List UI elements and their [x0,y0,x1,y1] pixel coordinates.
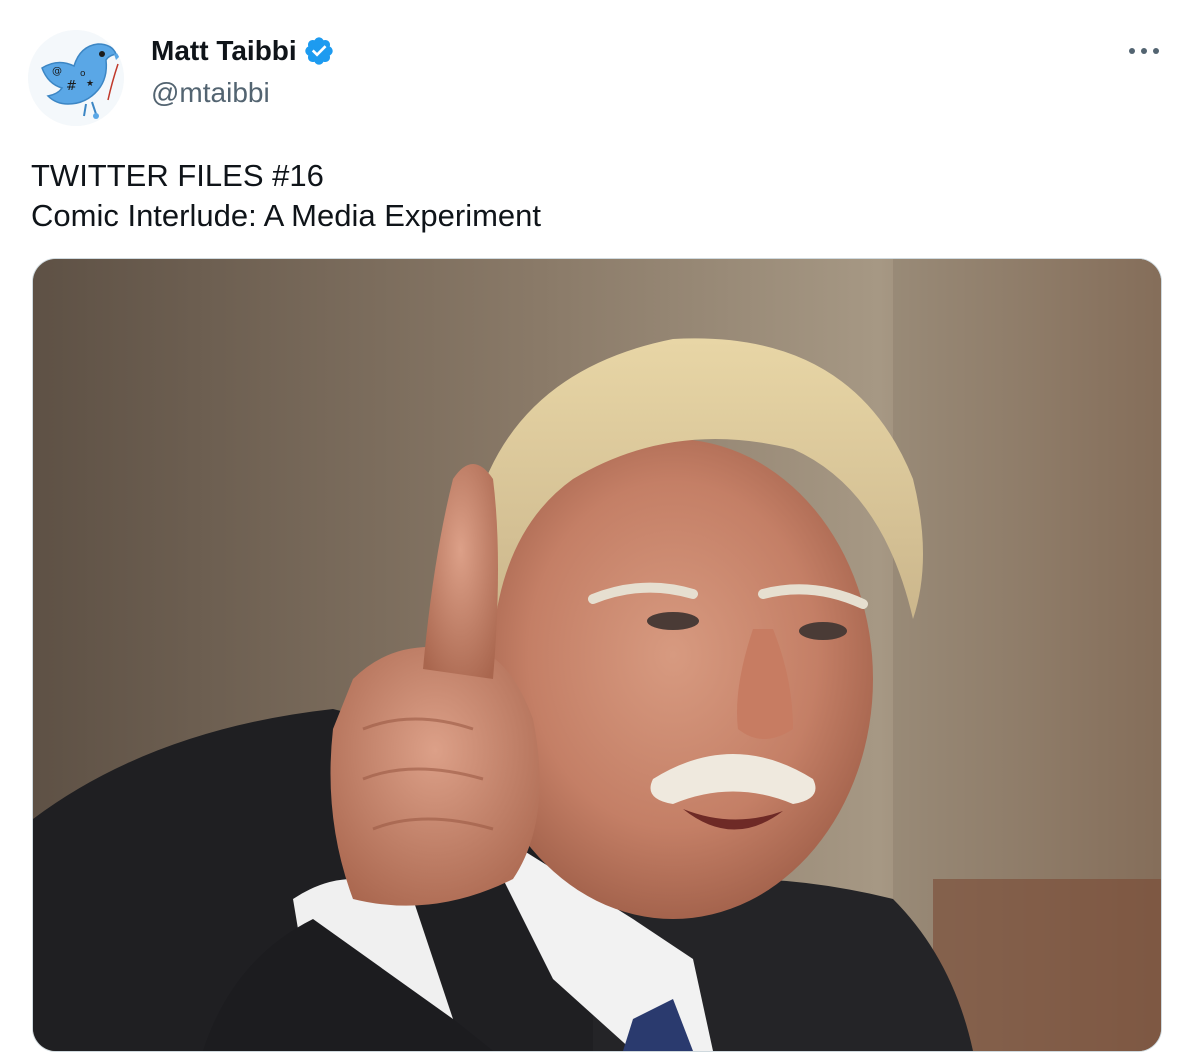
tweet-card: @ # o ★ Matt Taibbi @mtaibbi TWITTER FIL… [0,0,1182,1064]
verified-badge-icon[interactable] [303,35,335,67]
svg-text:o: o [80,69,86,79]
tweet-photo[interactable] [32,258,1162,1052]
author-handle[interactable]: @mtaibbi [151,76,270,110]
svg-text:#: # [66,79,77,94]
more-horizontal-icon [1129,48,1159,54]
twitter-bird-doodle-icon: @ # o ★ [28,30,124,126]
tweet-text-line: TWITTER FILES #16 [31,158,324,193]
svg-text:@: @ [52,66,62,77]
photo-image [33,259,1161,1051]
author-name-row: Matt Taibbi [151,34,335,68]
more-options-button[interactable] [1122,36,1166,66]
author-avatar[interactable]: @ # o ★ [28,30,124,126]
svg-text:★: ★ [86,79,94,89]
tweet-text: TWITTER FILES #16 Comic Interlude: A Med… [31,156,541,236]
author-display-name[interactable]: Matt Taibbi [151,34,297,68]
tweet-text-line: Comic Interlude: A Media Experiment [31,198,542,233]
